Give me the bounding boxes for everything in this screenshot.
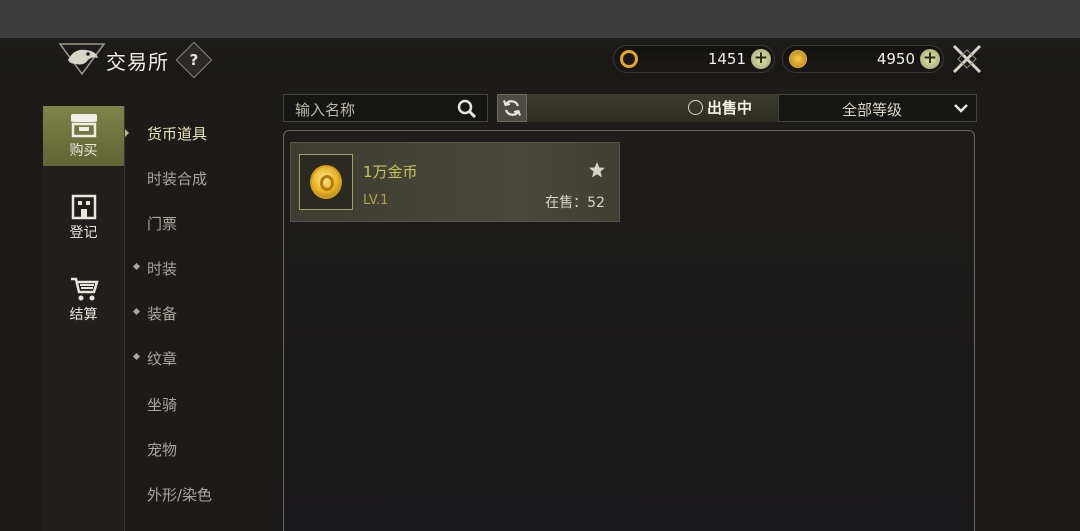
nav-item-register[interactable]: 登记 xyxy=(43,188,124,248)
category-label: 装备 xyxy=(147,305,178,323)
on-sale-toggle[interactable]: 出售中 xyxy=(688,97,752,118)
category-emblem[interactable]: 纹章 xyxy=(132,348,178,369)
silver-currency-value: 1451 xyxy=(707,50,746,68)
tiger-logo-icon xyxy=(58,43,106,76)
item-card[interactable]: 1万金币 LV.1 在售：52 xyxy=(290,142,620,222)
category-label: 坐骑 xyxy=(147,396,178,414)
expand-bullet-icon xyxy=(132,352,141,361)
close-icon[interactable] xyxy=(950,42,984,76)
chevron-down-icon xyxy=(954,104,968,113)
silver-coin-icon xyxy=(620,50,638,68)
on-sale-label: 出售中 xyxy=(707,99,753,117)
refresh-icon xyxy=(503,100,521,116)
search-placeholder: 输入名称 xyxy=(295,101,356,119)
category-pet[interactable]: 宠物 xyxy=(147,439,177,460)
category-costume[interactable]: 时装 xyxy=(132,258,178,279)
item-icon-frame xyxy=(299,154,353,210)
category-currency-items[interactable]: 货币道具 xyxy=(147,123,207,144)
nav-label-settle: 结算 xyxy=(69,307,98,323)
nav-item-settle[interactable]: 结算 xyxy=(43,270,124,330)
nav-item-buy[interactable]: 购买 xyxy=(43,106,124,166)
shop-icon xyxy=(70,114,97,138)
radio-icon xyxy=(688,100,703,115)
building-icon xyxy=(71,194,96,220)
add-silver-button[interactable]: + xyxy=(751,49,771,69)
cart-icon xyxy=(70,277,99,301)
category-label: 时装 xyxy=(147,260,178,278)
top-status-strip xyxy=(0,0,1080,38)
page-title: 交易所 xyxy=(106,50,169,74)
nav-label-buy: 购买 xyxy=(69,143,98,159)
help-icon: ? xyxy=(189,51,199,69)
category-label: 纹章 xyxy=(147,350,178,368)
refresh-button[interactable] xyxy=(497,94,527,122)
add-gold-button[interactable]: + xyxy=(920,49,940,69)
category-costume-synthesis[interactable]: 时装合成 xyxy=(147,168,207,189)
category-label: 外形/染色 xyxy=(147,486,213,504)
expand-bullet-icon xyxy=(132,307,141,316)
gold-currency-display: 4950 + xyxy=(782,45,944,73)
item-level: LV.1 xyxy=(363,193,389,208)
gold-coin-icon xyxy=(789,50,807,68)
gold-coin-icon xyxy=(310,165,342,199)
category-appearance-dye[interactable]: 外形/染色 xyxy=(147,484,212,505)
category-label: 货币道具 xyxy=(147,125,208,143)
silver-currency-display: 1451 + xyxy=(613,45,775,73)
category-mount[interactable]: 坐骑 xyxy=(147,394,177,415)
item-on-sale-count: 在售：52 xyxy=(545,195,605,211)
grade-select[interactable]: 全部等级 xyxy=(778,94,977,122)
search-icon[interactable] xyxy=(457,99,477,119)
category-label: 门票 xyxy=(147,215,178,233)
search-input[interactable]: 输入名称 xyxy=(283,94,488,122)
category-label: 时装合成 xyxy=(147,170,208,188)
grade-select-value: 全部等级 xyxy=(842,101,903,119)
favorite-star-icon[interactable] xyxy=(588,161,606,179)
item-name: 1万金币 xyxy=(363,163,418,181)
nav-label-register: 登记 xyxy=(69,225,98,241)
expand-bullet-icon xyxy=(132,262,141,271)
category-label: 宠物 xyxy=(147,441,178,459)
category-tickets[interactable]: 门票 xyxy=(147,213,177,234)
gold-currency-value: 4950 xyxy=(876,50,915,68)
category-equipment[interactable]: 装备 xyxy=(132,303,178,324)
category-list: 货币道具 时装合成 门票 时装 装备 纹章 坐骑 宠物 外形/染色 xyxy=(124,106,274,531)
